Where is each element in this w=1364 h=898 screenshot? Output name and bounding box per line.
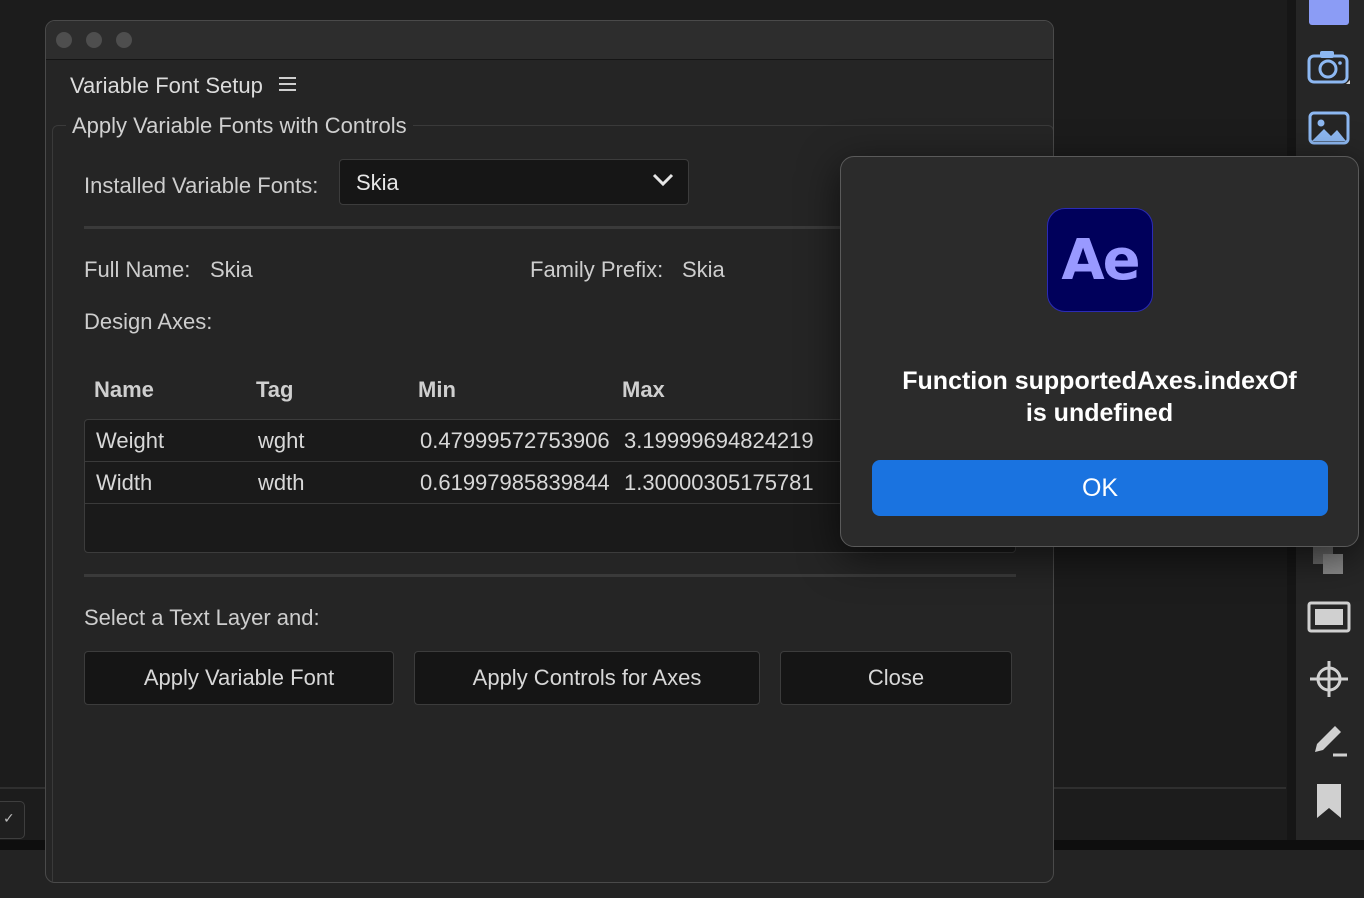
title-bar (46, 21, 1053, 60)
family-prefix-label: Family Prefix: (530, 257, 664, 282)
installed-fonts-label: Installed Variable Fonts: (84, 173, 319, 198)
table-cell: 1.30000305175781 (624, 470, 814, 495)
column-header-min[interactable]: Min (418, 377, 456, 403)
group-label: Apply Variable Fonts with Controls (66, 113, 413, 139)
left-edge-glyph: ✓ (3, 810, 15, 826)
left-edge-control[interactable]: ✓ (0, 801, 25, 839)
alert-message: Function supportedAxes.indexOf is undefi… (861, 365, 1338, 429)
select-text-layer-label: Select a Text Layer and: (84, 605, 320, 630)
close-window-button[interactable] (56, 32, 72, 48)
alert-message-line2: is undefined (1025, 399, 1174, 427)
column-header-tag[interactable]: Tag (256, 377, 293, 403)
rectangle-icon[interactable] (1306, 0, 1352, 32)
installed-fonts-dropdown[interactable]: Skia (339, 159, 689, 205)
ok-button[interactable]: OK (872, 460, 1328, 516)
minimize-window-button[interactable] (86, 32, 102, 48)
panel-title: Variable Font Setup (70, 73, 263, 98)
camera-icon[interactable] (1306, 48, 1352, 88)
hamburger-menu-icon[interactable] (279, 76, 297, 94)
apply-controls-button[interactable]: Apply Controls for Axes (414, 651, 760, 705)
zoom-window-button[interactable] (116, 32, 132, 48)
error-alert: Ae Function supportedAxes.indexOf is und… (840, 156, 1359, 547)
table-cell: Weight (96, 428, 165, 453)
after-effects-app-icon: Ae (1047, 208, 1153, 312)
pen-icon[interactable] (1306, 720, 1352, 760)
full-name-value: Skia (210, 257, 253, 282)
column-header-max[interactable]: Max (622, 377, 665, 403)
alert-message-line1: Function supportedAxes.indexOf (902, 367, 1297, 395)
separator-bottom (84, 574, 1016, 577)
bookmark-icon[interactable] (1306, 782, 1352, 822)
background-divider (1054, 787, 1286, 789)
background-divider-left (0, 787, 46, 789)
apply-variable-font-button[interactable]: Apply Variable Font (84, 651, 394, 705)
close-button[interactable]: Close (780, 651, 1012, 705)
family-prefix-value: Skia (682, 257, 725, 282)
image-icon[interactable] (1306, 108, 1352, 148)
table-cell: 3.19999694824219 (624, 428, 814, 453)
full-name-label: Full Name: (84, 257, 191, 282)
design-axes-label: Design Axes: (84, 309, 213, 334)
selected-font-value: Skia (356, 170, 399, 195)
chevron-down-icon (652, 172, 674, 193)
table-cell: 0.47999572753906 (420, 428, 610, 453)
table-cell: wdth (258, 470, 305, 495)
table-cell: Width (96, 470, 153, 495)
monitor-icon[interactable] (1306, 597, 1352, 637)
table-cell: 0.61997985839844 (420, 470, 610, 495)
crosshair-icon[interactable] (1306, 659, 1352, 699)
column-header-name[interactable]: Name (94, 377, 154, 403)
table-cell: wght (258, 428, 305, 453)
